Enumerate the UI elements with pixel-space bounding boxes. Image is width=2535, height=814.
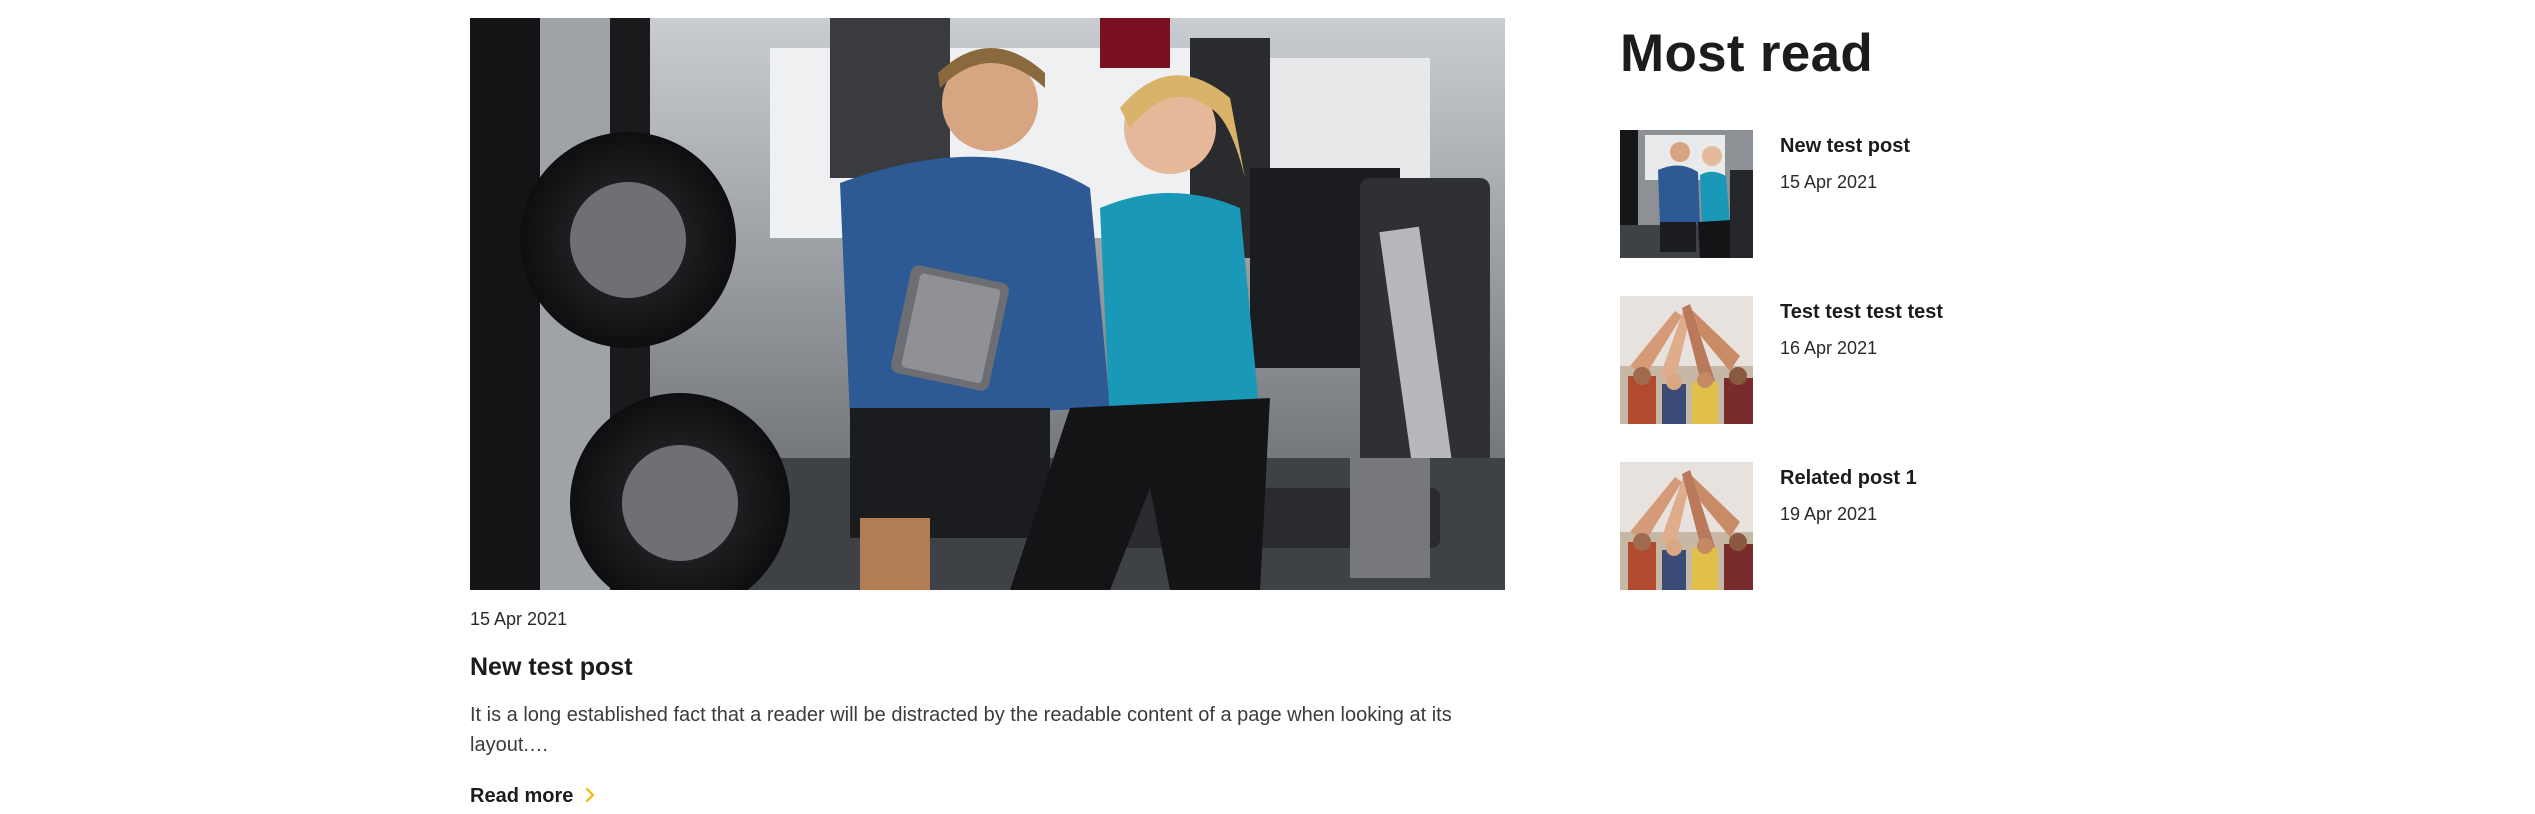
most-read-sidebar: Most read New test post 15 Apr 2021 Test… — [1620, 22, 2220, 628]
most-read-date: 19 Apr 2021 — [1780, 504, 1878, 524]
gym-couple-photo — [470, 18, 1505, 590]
featured-image[interactable] — [470, 18, 1505, 590]
most-read-date: 16 Apr 2021 — [1780, 338, 1878, 358]
most-read-item[interactable]: Test test test test 16 Apr 2021 — [1620, 296, 2220, 424]
featured-title[interactable]: New test post — [470, 652, 1505, 682]
most-read-text: New test post 15 Apr 2021 — [1780, 130, 1910, 193]
most-read-thumbnail[interactable] — [1620, 130, 1753, 258]
gym-couple-thumb — [1620, 130, 1753, 258]
chevron-right-icon — [585, 786, 595, 809]
most-read-thumbnail[interactable] — [1620, 296, 1753, 424]
read-more-link[interactable]: Read more — [470, 784, 595, 809]
featured-post: 15 Apr 2021 New test post It is a long e… — [470, 18, 1505, 809]
featured-excerpt: It is a long established fact that a rea… — [470, 704, 1452, 756]
most-read-item[interactable]: Related post 1 19 Apr 2021 — [1620, 462, 2220, 590]
team-high-five-thumb — [1620, 296, 1753, 424]
most-read-text: Test test test test 16 Apr 2021 — [1780, 296, 1943, 359]
featured-date: 15 Apr 2021 — [470, 609, 568, 629]
most-read-title[interactable]: New test post — [1780, 134, 1910, 158]
most-read-title[interactable]: Related post 1 — [1780, 466, 1917, 490]
sidebar-title: Most read — [1620, 24, 1874, 83]
most-read-title[interactable]: Test test test test — [1780, 300, 1943, 324]
most-read-text: Related post 1 19 Apr 2021 — [1780, 462, 1917, 525]
team-high-five-thumb — [1620, 462, 1753, 590]
most-read-list: New test post 15 Apr 2021 Test test test… — [1620, 130, 2220, 590]
most-read-item[interactable]: New test post 15 Apr 2021 — [1620, 130, 2220, 258]
read-more-label: Read more — [470, 785, 574, 807]
most-read-thumbnail[interactable] — [1620, 462, 1753, 590]
most-read-date: 15 Apr 2021 — [1780, 172, 1878, 192]
